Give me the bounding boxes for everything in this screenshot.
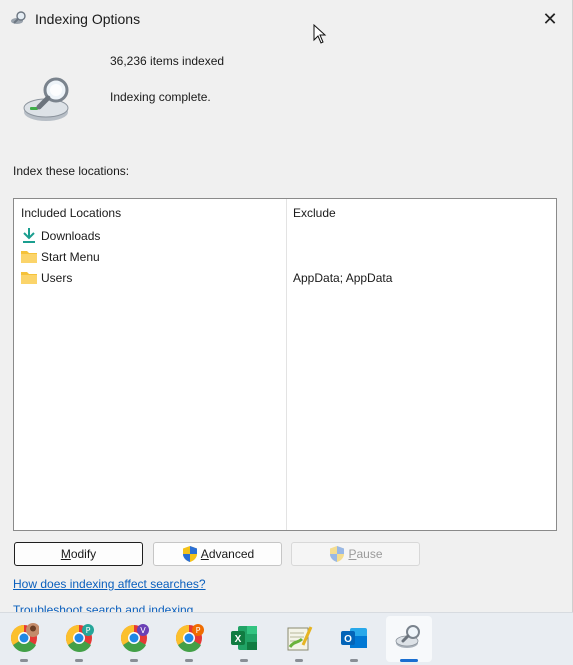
outlook-icon: O [341, 628, 367, 648]
locations-label: Index these locations: [13, 164, 130, 178]
svg-text:V: V [140, 626, 146, 635]
pause-button[interactable]: Pause [291, 542, 420, 566]
running-indicator [295, 659, 303, 662]
modify-label: odify [70, 547, 97, 561]
taskbar-excel[interactable]: X [226, 620, 262, 662]
taskbar: P V P X O [0, 612, 573, 665]
running-indicator [20, 659, 28, 662]
location-name: Downloads [41, 229, 101, 243]
items-indexed-count: 36,236 items indexed [110, 54, 225, 68]
list-item[interactable]: Users AppData; AppData [14, 267, 556, 288]
indexing-drive-magnifier-icon [23, 77, 69, 121]
list-item[interactable]: Downloads [14, 225, 556, 246]
svg-text:X: X [235, 634, 242, 645]
chrome-profile-p-icon: P [65, 624, 94, 652]
running-indicator [350, 659, 358, 662]
running-indicator [240, 659, 248, 662]
taskbar-chrome-v[interactable]: V [116, 620, 152, 662]
indexing-affect-searches-link[interactable]: How does indexing affect searches? [13, 577, 206, 591]
indexing-options-icon [11, 11, 26, 24]
pause-label: ause [356, 547, 383, 561]
excel-icon: X [231, 626, 257, 650]
taskbar-chrome-p[interactable]: P [61, 620, 97, 662]
indexing-options-window: Indexing Options ✕ 36,236 items indexed … [0, 0, 573, 612]
folder-icon [21, 251, 37, 263]
advanced-button[interactable]: Advanced [153, 542, 282, 566]
svg-text:O: O [344, 634, 352, 645]
running-indicator [75, 659, 83, 662]
mouse-pointer-icon [313, 24, 327, 44]
folder-icon [21, 272, 37, 284]
pause-mnemonic: P [348, 547, 357, 561]
location-name: Start Menu [41, 250, 100, 264]
locations-list[interactable]: Included Locations Exclude Downloads Sta… [13, 198, 557, 531]
chrome-profile-v-icon: V [120, 624, 149, 652]
modify-mnemonic: M [60, 547, 71, 561]
location-name: Users [41, 271, 73, 285]
troubleshoot-link[interactable]: Troubleshoot search and indexing [13, 603, 193, 612]
indexing-status: Indexing complete. [110, 90, 211, 104]
chrome-profile-photo-icon [10, 623, 39, 652]
taskbar-chrome-photo[interactable] [6, 620, 42, 662]
chrome-profile-p2-icon: P [175, 624, 204, 652]
svg-text:P: P [196, 626, 201, 635]
list-item[interactable]: Start Menu [14, 246, 556, 267]
advanced-mnemonic: A [200, 547, 209, 561]
taskbar-indexing-options[interactable] [386, 616, 432, 662]
uac-shield-icon [330, 546, 345, 562]
taskbar-outlook[interactable]: O [336, 620, 372, 662]
included-locations-header: Included Locations [21, 206, 122, 220]
notepad-plus-icon [287, 626, 313, 651]
taskbar-notepad-plus[interactable] [281, 620, 317, 662]
svg-text:P: P [86, 626, 91, 635]
running-indicator [130, 659, 138, 662]
title-bar[interactable]: Indexing Options ✕ [0, 0, 572, 38]
running-indicator [185, 659, 193, 662]
uac-shield-icon [182, 546, 197, 562]
download-arrow-icon [23, 228, 35, 243]
close-button[interactable]: ✕ [527, 0, 572, 38]
taskbar-chrome-p2[interactable]: P [171, 620, 207, 662]
indexing-options-icon [395, 625, 420, 648]
window-title: Indexing Options [35, 11, 141, 27]
active-indicator [400, 659, 418, 662]
advanced-label: dvanced [208, 547, 255, 561]
close-icon: ✕ [542, 8, 558, 29]
location-exclude: AppData; AppData [293, 271, 393, 285]
modify-button[interactable]: Modify [14, 542, 143, 566]
exclude-header: Exclude [293, 206, 336, 220]
